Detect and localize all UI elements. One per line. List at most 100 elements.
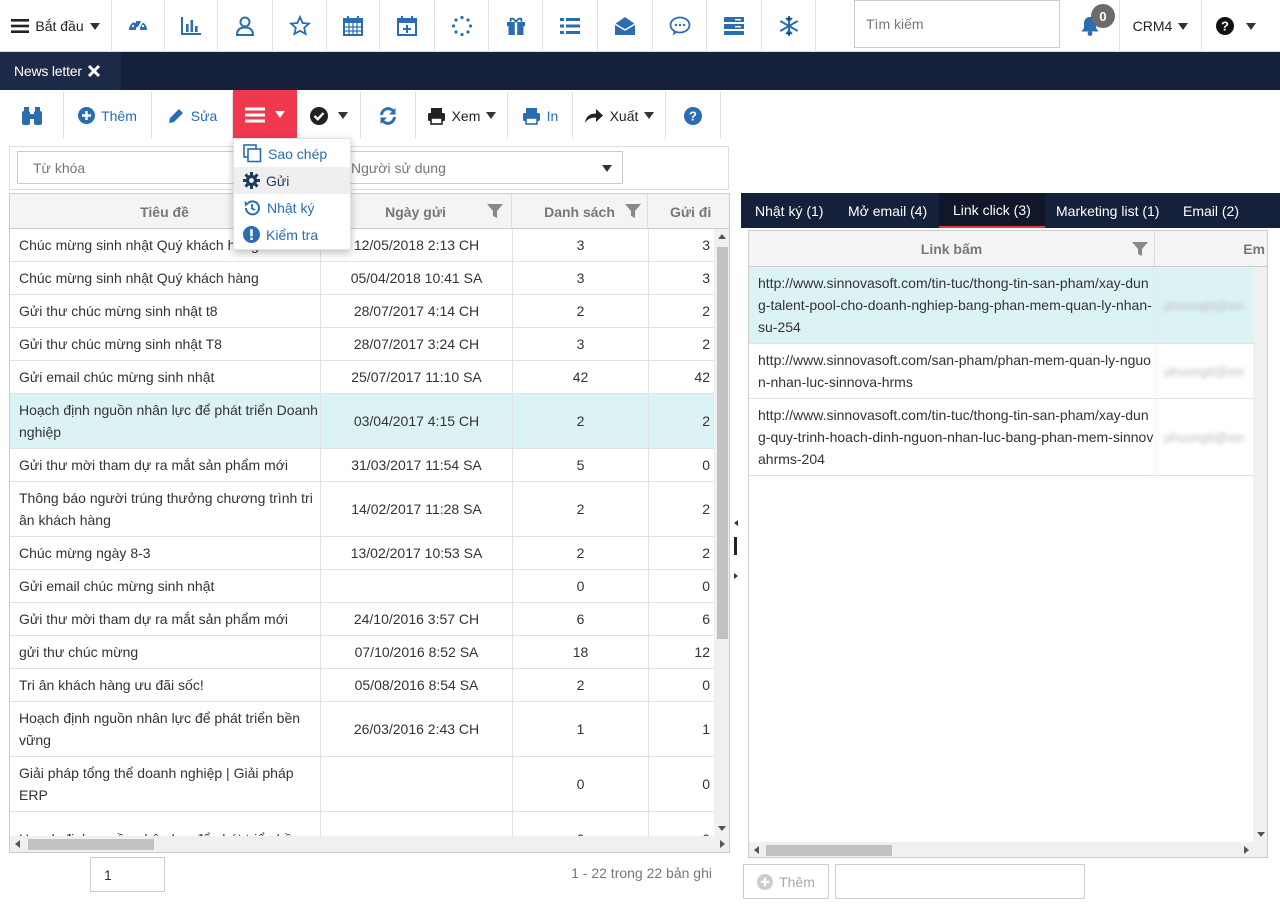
approve-button[interactable]	[297, 92, 361, 139]
menu-item-copy[interactable]: Sao chép	[234, 140, 350, 167]
tab-marketing-list[interactable]: Marketing list (1)	[1042, 193, 1173, 228]
link-text[interactable]: http://www.sinnovasoft.com/tin-tuc/thong…	[758, 272, 1154, 338]
table-row[interactable]: Gửi thư mời tham dự ra mắt sản phẩm mới 3…	[10, 449, 714, 482]
more-actions-button[interactable]	[233, 90, 297, 139]
table-row[interactable]: http://www.sinnovasoft.com/tin-tuc/thong…	[749, 267, 1253, 344]
add-button[interactable]: Thêm	[64, 92, 152, 139]
horizontal-scrollbar[interactable]	[749, 842, 1267, 857]
nav-button-list[interactable]	[543, 0, 598, 52]
nav-button-user[interactable]	[218, 0, 273, 52]
nav-button-calendar-add[interactable]	[380, 0, 435, 52]
search-input[interactable]	[854, 0, 1060, 48]
vertical-scrollbar[interactable]	[1253, 267, 1267, 842]
column-link-label: Link bấm	[920, 240, 983, 257]
scroll-left-icon[interactable]	[15, 840, 20, 848]
table-row[interactable]: Chúc mừng sinh nhật Quý khách hàng 12/05/…	[10, 229, 714, 262]
user-icon	[235, 16, 255, 36]
scrollbar-thumb[interactable]	[717, 247, 728, 639]
tab-email[interactable]: Email (2)	[1169, 193, 1253, 228]
table-row[interactable]: Giải pháp tổng thể doanh nghiệp | Giải p…	[10, 757, 714, 812]
nav-button-server[interactable]	[707, 0, 762, 52]
cell-link[interactable]: http://www.sinnovasoft.com/tin-tuc/thong…	[758, 267, 1154, 343]
column-header-link[interactable]: Link bấm	[749, 231, 1155, 266]
table-row[interactable]: Gửi email chúc mừng sinh nhật 25/07/2017 …	[10, 361, 714, 394]
nav-button-spinner[interactable]	[435, 0, 489, 52]
panel-splitter[interactable]	[731, 520, 740, 582]
search-toggle-button[interactable]	[0, 92, 64, 139]
add-link-button[interactable]: Thêm	[743, 864, 829, 899]
edit-button[interactable]: Sửa	[152, 92, 233, 139]
table-row[interactable]: http://www.sinnovasoft.com/san-pham/phan…	[749, 344, 1253, 399]
scrollbar-thumb[interactable]	[766, 845, 892, 856]
cell-sent-count: 0	[648, 669, 714, 701]
link-text[interactable]: http://www.sinnovasoft.com/san-pham/phan…	[758, 349, 1154, 393]
nav-button-chat[interactable]	[653, 0, 707, 52]
cell-list-count: 2	[512, 537, 648, 569]
tab-log[interactable]: Nhật ký (1)	[741, 193, 837, 228]
tab-open-email[interactable]: Mở email (4)	[834, 193, 941, 228]
tab-news-letter[interactable]: News letter	[0, 52, 121, 90]
close-icon[interactable]	[87, 64, 101, 78]
crm-selector[interactable]: CRM4	[1120, 0, 1202, 52]
filter-icon[interactable]	[1132, 241, 1148, 257]
filter-icon[interactable]	[625, 203, 641, 219]
bottom-input[interactable]	[835, 864, 1085, 899]
tab-link-click[interactable]: Link click (3)	[939, 193, 1045, 228]
nav-button-envelope-open[interactable]	[598, 0, 653, 52]
help-menu-button[interactable]: ?	[1202, 0, 1270, 52]
scroll-right-icon[interactable]	[720, 840, 725, 848]
table-row[interactable]: Gửi thư chúc mừng sinh nhật T8 28/07/2017…	[10, 328, 714, 361]
menu-item-log[interactable]: Nhật ký	[234, 194, 350, 221]
scroll-right-icon[interactable]	[1244, 846, 1249, 854]
cell-link[interactable]: http://www.sinnovasoft.com/san-pham/phan…	[758, 344, 1154, 398]
column-header-sent[interactable]: Gửi đi	[648, 194, 729, 229]
scroll-down-icon[interactable]	[1257, 832, 1265, 837]
horizontal-scrollbar[interactable]	[10, 836, 729, 852]
table-row[interactable]: Chúc mừng sinh nhật Quý khách hàng 05/04/…	[10, 262, 714, 295]
table-row[interactable]: Gửi thư chúc mừng sinh nhật t8 28/07/2017…	[10, 295, 714, 328]
column-sent-label: Gửi đi	[670, 203, 712, 220]
menu-item-send[interactable]: Gửi	[234, 167, 350, 194]
table-row[interactable]: Tri ân khách hàng ưu đãi sốc! 05/08/2016 …	[10, 669, 714, 702]
cell-link[interactable]: http://www.sinnovasoft.com/tin-tuc/thong…	[758, 399, 1154, 475]
scrollbar-thumb[interactable]	[28, 839, 154, 850]
collapse-left-icon[interactable]	[734, 520, 738, 526]
scroll-down-icon[interactable]	[718, 826, 726, 831]
nav-button-snowflake[interactable]	[762, 0, 816, 52]
nav-button-calendar[interactable]	[327, 0, 380, 52]
cell-email: phuongtt@sin	[1155, 267, 1255, 343]
link-text[interactable]: http://www.sinnovasoft.com/tin-tuc/thong…	[758, 404, 1154, 470]
exclamation-icon	[243, 226, 260, 243]
filter-icon[interactable]	[487, 203, 503, 219]
nav-button-bar-chart[interactable]	[165, 0, 218, 52]
export-button[interactable]: Xuất	[573, 92, 666, 139]
page-number-input[interactable]: 1	[90, 857, 165, 892]
nav-button-star[interactable]	[273, 0, 327, 52]
table-row[interactable]: Chúc mừng ngày 8-3 13/02/2017 10:53 SA 2 2	[10, 537, 714, 570]
table-row[interactable]: gửi thư chúc mừng 07/10/2016 8:52 SA 18 12	[10, 636, 714, 669]
vertical-scrollbar[interactable]	[714, 229, 729, 836]
table-row[interactable]: Thông báo người trúng thưởng chương trìn…	[10, 482, 714, 537]
nav-button-gift[interactable]	[489, 0, 543, 52]
refresh-button[interactable]	[361, 92, 416, 139]
start-menu-button[interactable]: Bắt đầu	[0, 0, 112, 52]
table-row[interactable]: http://www.sinnovasoft.com/tin-tuc/thong…	[749, 399, 1253, 476]
notifications-button[interactable]: 0	[1060, 0, 1120, 52]
print-button[interactable]: In	[508, 92, 573, 139]
splitter-handle[interactable]	[734, 537, 737, 555]
table-row[interactable]: Hoạch định nguồn nhân lực để phát triển …	[10, 394, 714, 449]
table-row[interactable]: Gửi email chúc mừng sinh nhật 0 0	[10, 570, 714, 603]
column-header-list[interactable]: Danh sách	[512, 194, 648, 229]
collapse-right-icon[interactable]	[734, 573, 738, 579]
menu-item-check[interactable]: Kiểm tra	[234, 221, 350, 248]
scroll-up-icon[interactable]	[718, 234, 726, 239]
table-row[interactable]: Hoạch định nguồn nhân lực để phát triển …	[10, 702, 714, 757]
column-header-email[interactable]: Em	[1155, 231, 1267, 266]
table-row[interactable]: Gửi thư mời tham dự ra mắt sản phẩm mới 2…	[10, 603, 714, 636]
scroll-left-icon[interactable]	[754, 846, 759, 854]
view-button[interactable]: Xem	[416, 92, 508, 139]
more-actions-menu: Sao chép Gửi Nhật ký Kiểm tra	[233, 138, 351, 250]
user-select[interactable]: Người sử dụng	[335, 151, 623, 184]
nav-button-dashboard[interactable]	[112, 0, 165, 52]
help-button[interactable]: ?	[666, 92, 721, 139]
